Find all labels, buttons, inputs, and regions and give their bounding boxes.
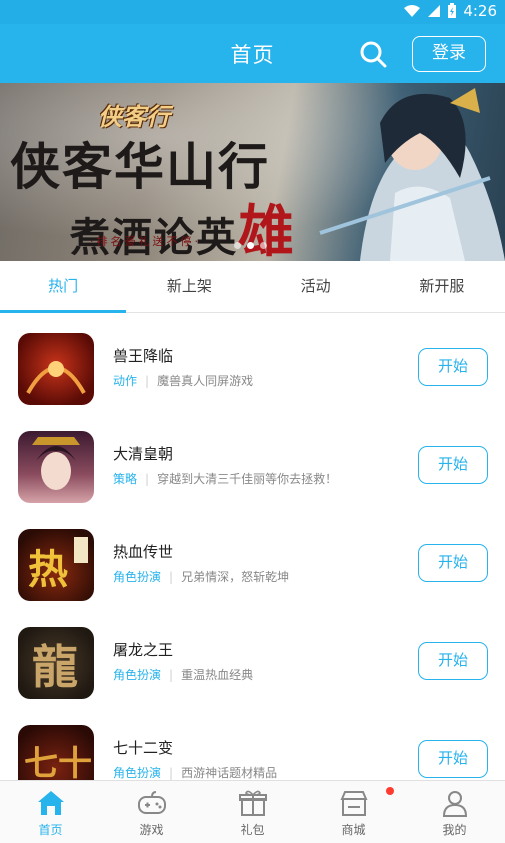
- user-icon: [442, 791, 467, 817]
- status-time: 4:26: [463, 2, 497, 20]
- status-icons: 4:26: [403, 2, 497, 20]
- game-description: 西游神话题材精品: [181, 766, 278, 780]
- nav-games[interactable]: 游戏: [101, 781, 202, 843]
- game-meta: 角色扮演 | 西游神话题材精品: [113, 764, 277, 780]
- store-notification-badge: [386, 787, 394, 795]
- game-meta: 角色扮演 | 兄弟情深，怒斩乾坤: [113, 568, 289, 585]
- game-description: 兄弟情深，怒斩乾坤: [181, 570, 290, 584]
- game-meta: 动作 | 魔兽真人同屏游戏: [113, 372, 253, 389]
- game-description: 魔兽真人同屏游戏: [157, 374, 254, 388]
- banner-tagline: ·排名豪礼送不停·: [90, 235, 201, 248]
- game-name: 兽王降临: [113, 347, 174, 365]
- signal-icon: [428, 5, 441, 17]
- game-meta: 角色扮演 | 重温热血经典: [113, 666, 253, 683]
- game-category: 角色扮演: [113, 668, 162, 682]
- category-tabs: 热门 新上架 活动 新开服: [0, 261, 505, 313]
- search-icon: [360, 41, 387, 68]
- game-name: 热血传世: [113, 543, 174, 561]
- nav-profile-label: 我的: [442, 823, 467, 837]
- game-name: 大清皇朝: [113, 445, 174, 463]
- banner-pager: [234, 242, 267, 249]
- start-button[interactable]: 开始: [418, 446, 488, 484]
- game-meta: 策略 | 穿越到大清三千佳丽等你去拯救！: [113, 470, 337, 487]
- home-icon: [37, 791, 64, 815]
- dragon-slayer-game-icon[interactable]: 龍: [18, 627, 94, 699]
- wifi-icon: [404, 5, 421, 17]
- tab-events[interactable]: 活动: [253, 261, 379, 312]
- game-name: 七十二变: [113, 739, 174, 757]
- battery-icon: [448, 3, 457, 18]
- svg-text:七十: 七十: [24, 744, 92, 780]
- start-button[interactable]: 开始: [418, 348, 488, 386]
- tab-hot[interactable]: 热门: [0, 261, 127, 313]
- nav-gifts[interactable]: 礼包: [202, 781, 303, 843]
- meta-divider: |: [169, 668, 174, 682]
- start-button[interactable]: 开始: [418, 642, 488, 680]
- hot-blood-game-icon[interactable]: 热: [18, 529, 94, 601]
- pager-dot[interactable]: [234, 242, 241, 249]
- tab-new-arrivals[interactable]: 新上架: [126, 261, 252, 312]
- svg-text:热: 热: [28, 546, 68, 593]
- game-category: 角色扮演: [113, 570, 162, 584]
- nav-games-label: 游戏: [139, 823, 164, 837]
- game-list: 兽王降临 动作 | 魔兽真人同屏游戏 开始 大清皇朝 策略 | 穿越到大清三千佳丽等你去…: [0, 314, 505, 780]
- nav-profile[interactable]: 我的: [404, 781, 505, 843]
- meta-divider: |: [145, 472, 150, 486]
- top-header: 首页 登录: [0, 24, 505, 83]
- pager-dot[interactable]: [260, 242, 267, 249]
- meta-divider: |: [145, 374, 150, 388]
- svg-text:龍: 龍: [32, 640, 78, 694]
- list-item[interactable]: 七十 七十二变 角色扮演 | 西游神话题材精品 开始: [0, 706, 505, 780]
- game-category: 角色扮演: [113, 766, 162, 780]
- game-name: 屠龙之王: [113, 641, 174, 659]
- status-bar: 4:26: [0, 0, 505, 24]
- pager-dot-active[interactable]: [247, 242, 254, 249]
- qing-dynasty-game-icon[interactable]: [18, 431, 94, 503]
- store-icon: [339, 791, 368, 816]
- beast-king-game-icon[interactable]: [18, 333, 94, 405]
- nav-store-label: 商城: [341, 823, 366, 837]
- list-item[interactable]: 热 热血传世 角色扮演 | 兄弟情深，怒斩乾坤 开始: [0, 510, 505, 608]
- start-button[interactable]: 开始: [418, 740, 488, 778]
- meta-divider: |: [169, 570, 174, 584]
- login-button[interactable]: 登录: [412, 36, 486, 72]
- list-item[interactable]: 兽王降临 动作 | 魔兽真人同屏游戏 开始: [0, 314, 505, 412]
- tab-new-servers[interactable]: 新开服: [379, 261, 505, 312]
- seventy-two-game-icon[interactable]: 七十: [18, 725, 94, 780]
- promo-banner[interactable]: 侠客行 侠客华山行 煮酒论英雄 ·排名豪礼送不停·: [0, 83, 505, 261]
- banner-subheadline: 煮酒论英雄: [70, 187, 296, 261]
- game-category: 策略: [113, 472, 138, 486]
- game-description: 穿越到大清三千佳丽等你去拯救！: [157, 472, 338, 486]
- game-description: 重温热血经典: [181, 668, 254, 682]
- gift-icon: [238, 790, 267, 816]
- nav-home-label: 首页: [38, 823, 63, 837]
- banner-hero-illustration: [319, 88, 505, 261]
- banner-highlight-char: 雄: [238, 199, 296, 261]
- start-button[interactable]: 开始: [418, 544, 488, 582]
- list-item[interactable]: 大清皇朝 策略 | 穿越到大清三千佳丽等你去拯救！ 开始: [0, 412, 505, 510]
- nav-gifts-label: 礼包: [240, 823, 265, 837]
- meta-divider: |: [169, 766, 174, 780]
- search-button[interactable]: [357, 38, 389, 70]
- list-item[interactable]: 龍 屠龙之王 角色扮演 | 重温热血经典 开始: [0, 608, 505, 706]
- game-category: 动作: [113, 374, 138, 388]
- bottom-navigation: 首页 游戏 礼包 商城 我的: [0, 780, 505, 843]
- gamepad-icon: [137, 791, 166, 814]
- nav-home[interactable]: 首页: [0, 781, 101, 843]
